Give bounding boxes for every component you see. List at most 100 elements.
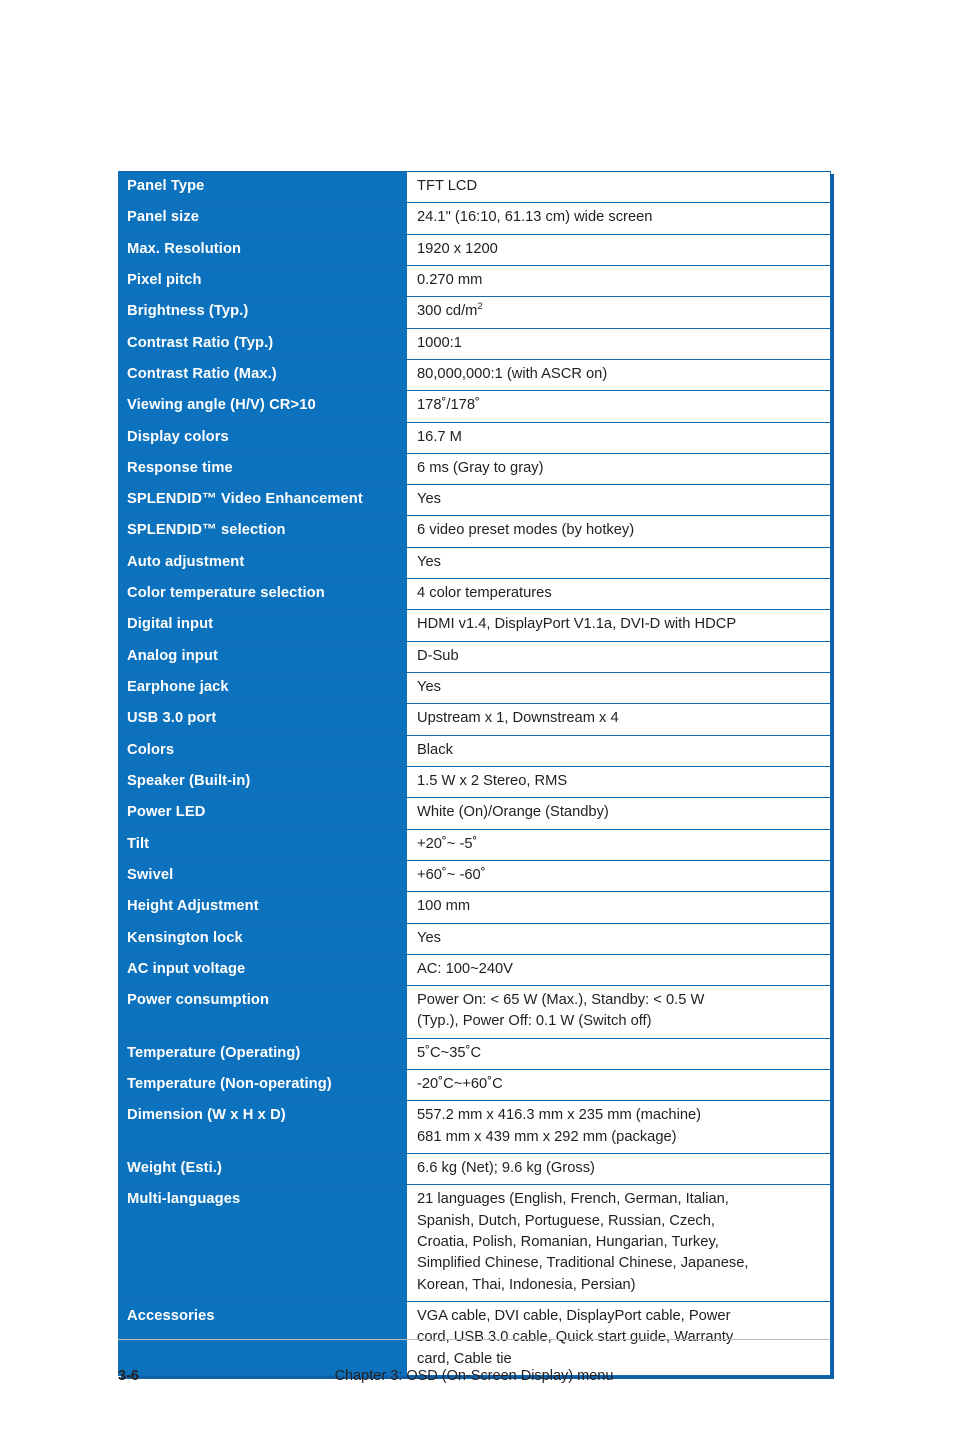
spec-key-cell: Panel size [118, 202, 407, 235]
spec-key-cell: Brightness (Typ.) [118, 296, 407, 329]
specification-table-wrapper: Panel Type TFT LCD Panel size 24.1" (16:10,… [118, 170, 831, 1376]
table-row: Digital input HDMI v1.4, DisplayPort V1.1… [118, 609, 831, 642]
spec-value-cell: 300 cd/m2 [406, 296, 831, 329]
spec-value-cell: Upstream x 1, Downstream x 4 [406, 703, 831, 736]
spec-key-cell: Max. Resolution [118, 233, 407, 266]
spec-key-cell: Multi-languages [118, 1184, 407, 1302]
spec-key-cell: Colors [118, 734, 407, 767]
spec-key-cell: Contrast Ratio (Max.) [118, 358, 407, 392]
spec-value-cell: 4 color temperatures [406, 578, 831, 611]
document-page: Panel Type TFT LCD Panel size 24.1" (16:10,… [0, 0, 954, 1438]
table-row: Display colors 16.7 M [118, 421, 831, 454]
table-row: Colors Black [118, 734, 831, 767]
table-row: Panel size 24.1" (16:10, 61.13 cm) wide s… [118, 202, 831, 235]
spec-key-cell: Weight (Esti.) [118, 1152, 407, 1186]
table-row: Max. Resolution 1920 x 1200 [118, 233, 831, 266]
table-row: Analog input D-Sub [118, 640, 831, 674]
spec-value-cell: White (On)/Orange (Standby) [406, 797, 831, 830]
spec-key-cell: Analog input [118, 640, 407, 674]
spec-key-cell: Viewing angle (H/V) CR>10 [118, 390, 407, 423]
table-row: Kensington lock Yes [118, 922, 831, 955]
specification-table-body: Panel Type TFT LCD Panel size 24.1" (16:10,… [118, 170, 831, 1376]
spec-value-cell: Yes [406, 671, 831, 705]
table-row: Dimension (W x H x D) 557.2 mm x 416.3 mm… [118, 1100, 831, 1154]
superscript: 2 [477, 301, 483, 313]
table-row: Contrast Ratio (Typ.) 1000:1 [118, 327, 831, 360]
spec-value-cell: +60˚~ -60˚ [406, 859, 831, 893]
spec-value-cell: +20˚~ -5˚ [406, 828, 831, 861]
table-row: Response time 6 ms (Gray to gray) [118, 452, 831, 486]
spec-value-cell: 557.2 mm x 416.3 mm x 235 mm (machine) 68… [406, 1100, 831, 1154]
table-row: Color temperature selection 4 color tempe… [118, 578, 831, 611]
spec-value-cell: 6 video preset modes (by hotkey) [406, 515, 831, 548]
spec-value-cell: -20˚C~+60˚C [406, 1069, 831, 1102]
table-row: SPLENDID™ selection 6 video preset modes … [118, 515, 831, 548]
table-row: Brightness (Typ.) 300 cd/m2 [118, 296, 831, 329]
table-row: Power LED White (On)/Orange (Standby) [118, 797, 831, 830]
spec-value-cell: 178˚/178˚ [406, 390, 831, 423]
spec-value-cell: 1920 x 1200 [406, 233, 831, 266]
spec-value-cell: Yes [406, 546, 831, 580]
table-row: Temperature (Non-operating) -20˚C~+60˚C [118, 1069, 831, 1102]
spec-key-cell: Temperature (Non-operating) [118, 1069, 407, 1102]
spec-key-cell: Panel Type [118, 170, 407, 204]
spec-value-cell: 100 mm [406, 891, 831, 924]
table-row: SPLENDID™ Video Enhancement Yes [118, 484, 831, 517]
footer-chapter-label: Chapter 3: OSD (On-Screen Display) menu [334, 1368, 614, 1384]
spec-value-cell: 1000:1 [406, 327, 831, 360]
table-row: Multi-languages 21 languages (English, Fr… [118, 1184, 831, 1302]
spec-key-cell: Contrast Ratio (Typ.) [118, 327, 407, 360]
table-row: Swivel +60˚~ -60˚ [118, 859, 831, 893]
spec-key-cell: AC input voltage [118, 953, 407, 987]
footer-divider [118, 1339, 830, 1340]
spec-key-cell: Power consumption [118, 985, 407, 1039]
spec-value-cell: 80,000,000:1 (with ASCR on) [406, 358, 831, 392]
spec-key-cell: Digital input [118, 609, 407, 642]
spec-key-cell: Kensington lock [118, 922, 407, 955]
table-row: Earphone jack Yes [118, 671, 831, 705]
footer-page-number: 3-6 [118, 1368, 139, 1384]
spec-key-cell: Response time [118, 452, 407, 486]
spec-key-cell: SPLENDID™ selection [118, 515, 407, 548]
spec-key-cell: Temperature (Operating) [118, 1037, 407, 1071]
spec-key-cell: Tilt [118, 828, 407, 861]
spec-key-cell: Speaker (Built-in) [118, 765, 407, 799]
spec-key-cell: Power LED [118, 797, 407, 830]
spec-value-cell: 1.5 W x 2 Stereo, RMS [406, 765, 831, 799]
table-row: Tilt +20˚~ -5˚ [118, 828, 831, 861]
table-row: Panel Type TFT LCD [118, 170, 831, 204]
table-row: Contrast Ratio (Max.) 80,000,000:1 (with … [118, 358, 831, 392]
spec-value-cell: 6 ms (Gray to gray) [406, 452, 831, 486]
spec-key-cell: Earphone jack [118, 671, 407, 705]
spec-value-cell: Black [406, 734, 831, 767]
spec-value-cell: 5˚C~35˚C [406, 1037, 831, 1071]
spec-value-cell: Power On: < 65 W (Max.), Standby: < 0.5 … [406, 985, 831, 1039]
spec-key-cell: SPLENDID™ Video Enhancement [118, 484, 407, 517]
spec-key-cell: Color temperature selection [118, 578, 407, 611]
spec-value-cell: TFT LCD [406, 170, 831, 204]
spec-value-cell: 6.6 kg (Net); 9.6 kg (Gross) [406, 1152, 831, 1186]
spec-value-cell: 24.1" (16:10, 61.13 cm) wide screen [406, 202, 831, 235]
spec-key-cell: Height Adjustment [118, 891, 407, 924]
table-row: Viewing angle (H/V) CR>10 178˚/178˚ [118, 390, 831, 423]
table-row: Temperature (Operating) 5˚C~35˚C [118, 1037, 831, 1071]
spec-value-cell: HDMI v1.4, DisplayPort V1.1a, DVI-D with… [406, 609, 831, 642]
spec-key-cell: USB 3.0 port [118, 703, 407, 736]
spec-value-cell: 0.270 mm [406, 264, 831, 298]
table-row: Power consumption Power On: < 65 W (Max.)… [118, 985, 831, 1039]
table-row: USB 3.0 port Upstream x 1, Downstream x 4 [118, 703, 831, 736]
spec-value-cell: Yes [406, 922, 831, 955]
spec-value-cell: 16.7 M [406, 421, 831, 454]
spec-value-cell: Yes [406, 484, 831, 517]
table-row: AC input voltage AC: 100~240V [118, 953, 831, 987]
spec-key-cell: Display colors [118, 421, 407, 454]
table-row: Speaker (Built-in) 1.5 W x 2 Stereo, RMS [118, 765, 831, 799]
spec-value-cell: AC: 100~240V [406, 953, 831, 987]
specification-table: Panel Type TFT LCD Panel size 24.1" (16:10,… [118, 170, 831, 1376]
table-row: Auto adjustment Yes [118, 546, 831, 580]
spec-key-cell: Dimension (W x H x D) [118, 1100, 407, 1154]
spec-key-cell: Pixel pitch [118, 264, 407, 298]
table-row: Height Adjustment 100 mm [118, 891, 831, 924]
table-row: Weight (Esti.) 6.6 kg (Net); 9.6 kg (Gros… [118, 1152, 831, 1186]
spec-value-cell: 21 languages (English, French, German, I… [406, 1184, 831, 1302]
